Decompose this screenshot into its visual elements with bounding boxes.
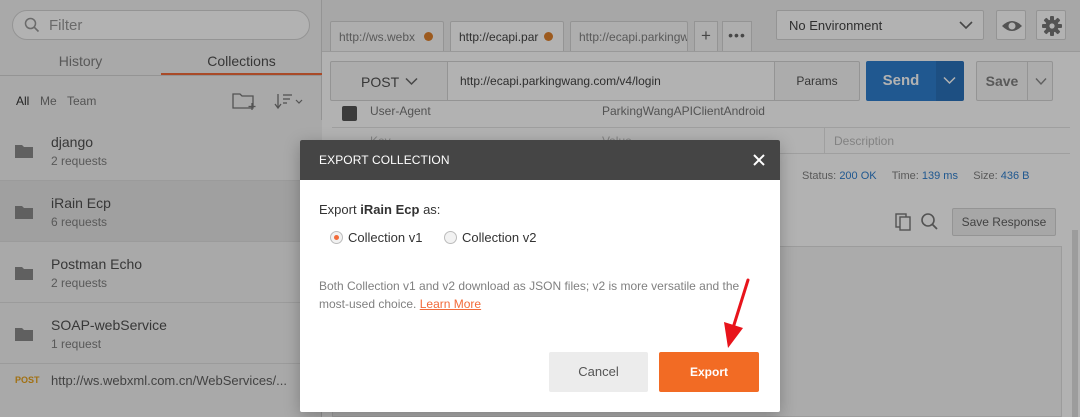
format-note: Both Collection v1 and v2 download as JS…	[319, 277, 765, 313]
export-suffix: as:	[423, 202, 441, 217]
close-icon[interactable]	[749, 150, 769, 170]
arrow-annotation-icon	[724, 278, 750, 348]
export-prompt: Export iRain Ecp as:	[319, 202, 440, 217]
learn-more-link[interactable]: Learn More	[420, 297, 481, 311]
format-note-text: Both Collection v1 and v2 download as JS…	[319, 279, 740, 311]
export-collection-modal: EXPORT COLLECTION Export iRain Ecp as: C…	[300, 140, 780, 412]
export-button[interactable]: Export	[659, 352, 759, 392]
export-collection-name: iRain Ecp	[360, 202, 420, 217]
radio-unselected[interactable]	[444, 231, 457, 244]
radio-selected[interactable]	[330, 231, 343, 244]
radio-label: Collection v1	[348, 230, 423, 245]
modal-header: EXPORT COLLECTION	[300, 140, 780, 180]
radio-label: Collection v2	[462, 230, 537, 245]
export-prefix: Export	[319, 202, 357, 217]
cancel-button[interactable]: Cancel	[549, 352, 648, 392]
modal-title: EXPORT COLLECTION	[319, 153, 450, 167]
